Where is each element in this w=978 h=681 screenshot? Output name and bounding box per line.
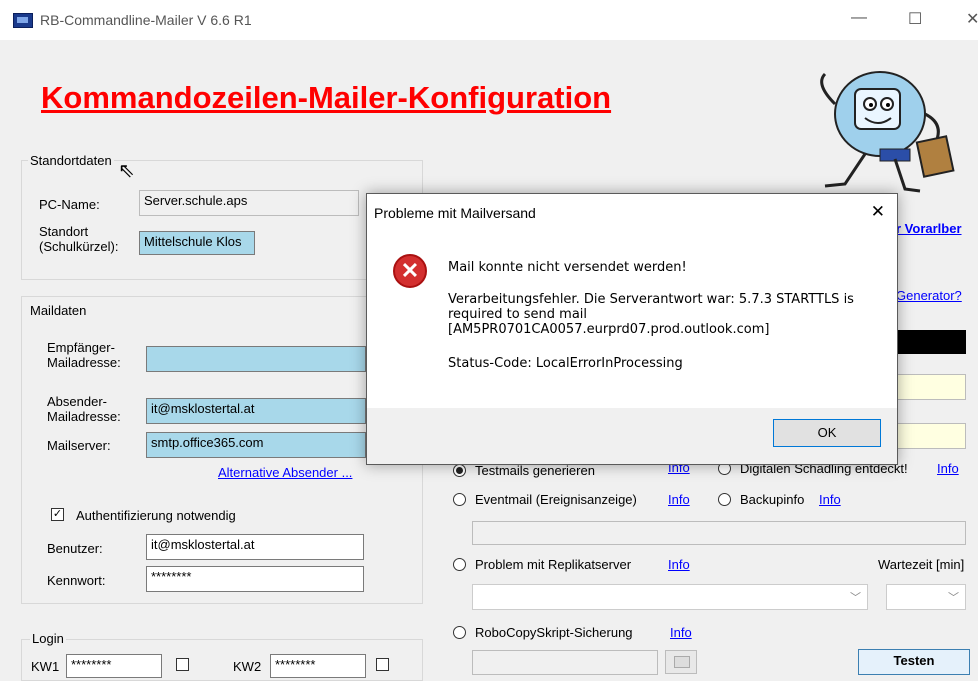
window-title: RB-Commandline-Mailer V 6.6 R1 (40, 12, 252, 28)
site-label: Standort (Schulkürzel): (39, 224, 118, 254)
backupinfo-info-link[interactable]: Info (819, 492, 841, 507)
eventmail-info-link[interactable]: Info (668, 492, 690, 507)
site-legend: Standortdaten (28, 153, 114, 168)
minimize-button[interactable]: — (851, 9, 867, 27)
site-code-field[interactable]: Mittelschule Klos (139, 231, 255, 255)
eventmail-field[interactable] (472, 521, 966, 545)
dialog-message-line1: Verarbeitungsfehler. Die Serverantwort w… (448, 292, 854, 307)
color-field-black[interactable] (896, 330, 966, 354)
dialog-close-button[interactable]: ✕ (871, 202, 885, 222)
chevron-down-icon: ﹀ (948, 592, 959, 604)
site-label-line1: Standort (39, 224, 89, 239)
malware-info-link[interactable]: Info (937, 461, 959, 476)
site-label-line2: (Schulkürzel): (39, 239, 119, 254)
auth-checkbox[interactable]: ✓ (51, 508, 64, 521)
wait-time-combo[interactable]: ﹀ (886, 584, 966, 610)
mailserver-label: Mailserver: (47, 438, 111, 453)
user-field[interactable]: it@msklostertal.at (146, 534, 364, 560)
robocopy-radio[interactable] (453, 626, 466, 639)
yellow-field-1[interactable] (896, 374, 966, 400)
sender-field[interactable]: it@msklostertal.at (146, 398, 366, 424)
robocopy-label: RoboCopySkript-Sicherung (475, 625, 633, 640)
vorarlberg-link[interactable]: r Vorarlber (896, 221, 962, 236)
eventmail-radio[interactable] (453, 493, 466, 506)
mascot-computer-illustration (820, 71, 955, 193)
chevron-down-icon: ﹀ (850, 592, 861, 604)
kw2-checkbox[interactable] (376, 658, 389, 671)
testmails-label: Testmails generieren (475, 463, 595, 478)
robocopy-info-link[interactable]: Info (670, 625, 692, 640)
site-group (21, 160, 423, 280)
robocopy-path-field[interactable] (472, 650, 658, 675)
kw2-label: KW2 (233, 659, 262, 674)
recipient-label: Empfänger- Mailadresse: (47, 340, 121, 370)
pc-name-field[interactable]: Server.schule.aps (139, 190, 359, 216)
backupinfo-label: Backupinfo (740, 492, 805, 507)
dialog-title: Probleme mit Mailversand (374, 205, 536, 221)
maximize-button[interactable]: ☐ (908, 9, 922, 29)
kw1-field[interactable]: ******** (66, 654, 162, 678)
backupinfo-radio[interactable] (718, 493, 731, 506)
kw1-label: KW1 (31, 659, 60, 674)
kw2-field[interactable]: ******** (270, 654, 366, 678)
sender-label: Absender- Mailadresse: (47, 394, 121, 424)
replica-info-link[interactable]: Info (668, 557, 690, 572)
browse-folder-button[interactable] (665, 650, 697, 674)
recipient-label-line2: Mailadresse: (47, 355, 121, 370)
alternative-sender-link[interactable]: Alternative Absender ... (218, 465, 352, 480)
yellow-field-2[interactable] (896, 423, 966, 449)
password-label: Kennwort: (47, 573, 106, 588)
wait-time-label: Wartezeit [min] (878, 557, 965, 572)
mouse-cursor-icon: ⇖ (118, 160, 135, 182)
auth-label: Authentifizierung notwendig (76, 508, 236, 523)
ok-button[interactable]: OK (773, 419, 881, 447)
password-field[interactable]: ******** (146, 566, 364, 592)
recipient-label-line1: Empfänger- (47, 340, 115, 355)
pc-name-label: PC-Name: (39, 197, 100, 212)
error-dialog: Probleme mit Mailversand ✕ ✕ Mail konnte… (366, 193, 898, 465)
dialog-message-line2: required to send mail (448, 307, 588, 322)
replica-label: Problem mit Replikatserver (475, 557, 632, 572)
close-button[interactable]: ✕ (966, 9, 978, 29)
mailserver-field[interactable]: smtp.office365.com (146, 432, 366, 458)
dialog-message-main: Mail konnte nicht versendet werden! (448, 260, 687, 275)
replica-server-combo[interactable]: ﹀ (472, 584, 868, 610)
error-icon: ✕ (393, 254, 427, 288)
sender-label-line1: Absender- (47, 394, 107, 409)
mail-legend: Maildaten (28, 303, 89, 318)
login-legend: Login (30, 631, 66, 646)
dialog-message-line3: [AM5PR0701CA0057.eurprd07.prod.outlook.c… (448, 322, 770, 337)
dialog-body: ✕ Mail konnte nicht versendet werden! Ve… (367, 232, 897, 408)
user-label: Benutzer: (47, 541, 103, 556)
sender-label-line2: Mailadresse: (47, 409, 121, 424)
folder-icon (674, 656, 690, 668)
dialog-status-code: Status-Code: LocalErrorInProcessing (448, 356, 683, 371)
eventmail-label: Eventmail (Ereignisanzeige) (475, 492, 637, 507)
recipient-field[interactable] (146, 346, 366, 372)
kw1-checkbox[interactable] (176, 658, 189, 671)
testmails-radio[interactable] (453, 464, 466, 477)
page-title: Kommandozeilen-Mailer-Konfiguration (41, 80, 612, 115)
generator-link[interactable]: Generator? (896, 288, 962, 303)
app-icon (13, 13, 33, 28)
replica-radio[interactable] (453, 558, 466, 571)
test-button[interactable]: Testen (858, 649, 970, 675)
